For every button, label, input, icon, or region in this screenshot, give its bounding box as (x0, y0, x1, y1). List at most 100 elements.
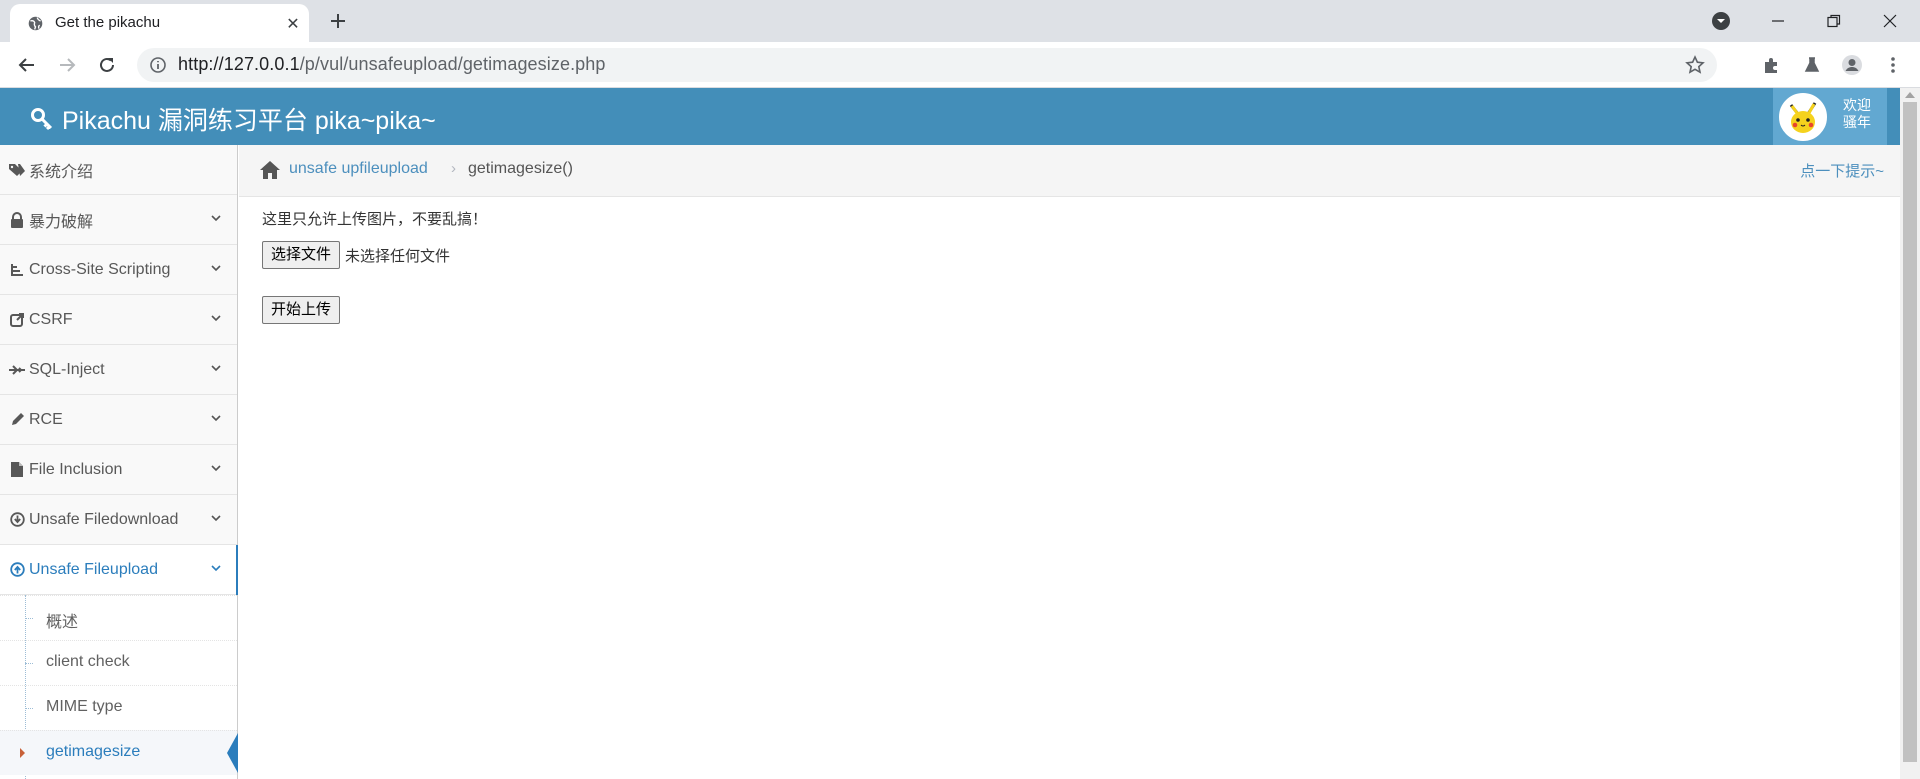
breadcrumb: unsafe upfileupload › getimagesize() 点一下… (239, 145, 1900, 197)
chevron-down-icon (211, 565, 221, 572)
sidebar-item-label: Cross-Site Scripting (29, 260, 171, 278)
breadcrumb-current: getimagesize() (468, 160, 573, 177)
chevron-down-icon (211, 215, 221, 222)
avatar (1779, 93, 1827, 141)
file-icon (9, 462, 25, 478)
browser-tab[interactable]: Get the pikachu ✕ (10, 4, 309, 42)
reload-icon[interactable] (91, 49, 123, 81)
sidebar-item-unsafe-fileupload[interactable]: Unsafe Fileupload (0, 545, 238, 595)
globe-icon (28, 16, 43, 31)
chevron-down-icon (211, 465, 221, 472)
browser-tabstrip: Get the pikachu ✕ (0, 0, 1920, 42)
sidebar-item-label: RCE (29, 410, 63, 428)
tree-dash (25, 663, 33, 664)
share-square-icon (9, 312, 25, 328)
sidebar-item-label: Unsafe Filedownload (29, 510, 179, 528)
sidebar-item-label: Unsafe Fileupload (29, 560, 158, 578)
tab-title: Get the pikachu (55, 14, 161, 31)
url-path: /p/vul/unsafeupload/getimagesize.php (299, 54, 606, 74)
tab-search-icon[interactable] (1711, 11, 1731, 31)
hint-link[interactable]: 点一下提示~ (1800, 160, 1884, 181)
file-input[interactable]: 选择文件 未选择任何文件 (262, 241, 450, 269)
browser-toolbar: http://127.0.0.1/p/vul/unsafeupload/geti… (0, 42, 1920, 88)
user-menu[interactable]: 欢迎 骚年 (1773, 88, 1887, 145)
url-host: http://127.0.0.1 (178, 54, 300, 74)
scroll-thumb[interactable] (1903, 102, 1917, 762)
bookmark-star-icon[interactable] (1685, 55, 1705, 75)
back-arrow-icon[interactable] (11, 49, 43, 81)
sidebar-item-intro[interactable]: 系统介绍 (0, 145, 237, 195)
flask-icon[interactable] (1800, 53, 1824, 77)
page-scrollbar[interactable] (1900, 88, 1920, 779)
sidebar-item-unsafe-filedownload[interactable]: Unsafe Filedownload (0, 495, 237, 545)
page: Pikachu 漏洞练习平台 pika~pika~ 欢迎 骚年 系统介绍 暴力破… (0, 88, 1920, 779)
active-indicator (236, 545, 238, 595)
submenu-item-label: client check (46, 653, 130, 670)
brand[interactable]: Pikachu 漏洞练习平台 pika~pika~ (30, 101, 436, 137)
current-pointer (227, 733, 238, 773)
forward-arrow-icon[interactable] (51, 49, 83, 81)
home-icon[interactable] (259, 160, 281, 180)
address-bar[interactable]: http://127.0.0.1/p/vul/unsafeupload/geti… (137, 48, 1717, 82)
sidebar-item-xss[interactable]: Cross-Site Scripting (0, 245, 237, 295)
sidebar-item-label: File Inclusion (29, 460, 123, 478)
breadcrumb-separator: › (451, 160, 456, 177)
submenu-item-client-check[interactable]: client check (0, 640, 237, 685)
chevron-down-icon (211, 415, 221, 422)
pencil-icon (9, 412, 25, 428)
upload-button[interactable]: 开始上传 (262, 296, 341, 324)
chevron-down-icon (211, 515, 221, 522)
sidebar-item-csrf[interactable]: CSRF (0, 295, 237, 345)
sidebar-item-sqli[interactable]: SQL-Inject (0, 345, 237, 395)
close-window-icon[interactable] (1862, 0, 1918, 42)
extensions-puzzle-icon[interactable] (1760, 53, 1784, 77)
upload-notice: 这里只允许上传图片，不要乱搞！ (262, 211, 488, 228)
scroll-up-arrow-icon[interactable] (1905, 92, 1915, 98)
pikachu-avatar-icon (1781, 95, 1825, 139)
sidebar-item-file-inclusion[interactable]: File Inclusion (0, 445, 237, 495)
download-circle-icon (9, 512, 25, 528)
brand-title: Pikachu 漏洞练习平台 pika~pika~ (62, 107, 436, 135)
caret-right-icon (20, 748, 25, 758)
choose-file-button[interactable]: 选择文件 (262, 241, 341, 269)
profile-icon[interactable] (1840, 53, 1864, 77)
tags-icon (9, 162, 25, 178)
submenu-item-label: getimagesize (46, 743, 141, 760)
key-icon (31, 108, 53, 131)
tab-close-icon[interactable]: ✕ (282, 12, 304, 34)
lock-icon (9, 211, 25, 228)
tree-dash (25, 618, 33, 619)
fighter-jet-icon (9, 362, 25, 378)
submenu-fileupload: 概述 client check MIME type getimagesize (0, 595, 238, 779)
user-greeting-line1: 欢迎 (1843, 98, 1871, 114)
upload-circle-icon (9, 562, 25, 578)
sitemap-icon (9, 262, 25, 278)
chevron-down-icon (211, 315, 221, 322)
submenu-item-label: MIME type (46, 698, 123, 715)
submenu-item-label: 概述 (46, 614, 79, 631)
more-menu-icon[interactable] (1881, 53, 1905, 77)
sidebar-item-label: 系统介绍 (29, 163, 94, 181)
chevron-down-icon (211, 365, 221, 372)
sidebar-item-bruteforce[interactable]: 暴力破解 (0, 195, 237, 245)
url-text[interactable]: http://127.0.0.1/p/vul/unsafeupload/geti… (178, 54, 606, 75)
sidebar-item-label: CSRF (29, 310, 73, 328)
minimize-icon[interactable] (1750, 0, 1806, 42)
submenu-item-overview[interactable]: 概述 (0, 595, 237, 640)
restore-icon[interactable] (1806, 0, 1862, 42)
user-greeting: 欢迎 骚年 (1843, 98, 1871, 132)
submenu-item-getimagesize[interactable]: getimagesize (0, 730, 238, 775)
submenu-item-mime-type[interactable]: MIME type (0, 685, 237, 730)
sidebar-item-label: SQL-Inject (29, 360, 105, 378)
file-status-text: 未选择任何文件 (345, 247, 451, 265)
user-greeting-line2: 骚年 (1843, 115, 1871, 131)
info-icon[interactable] (149, 56, 167, 74)
sidebar: 系统介绍 暴力破解 Cross-Site Scripting CSRF SQL-… (0, 145, 238, 779)
breadcrumb-parent-link[interactable]: unsafe upfileupload (289, 160, 428, 178)
chevron-down-icon (211, 265, 221, 272)
sidebar-item-label: 暴力破解 (29, 213, 94, 231)
sidebar-item-rce[interactable]: RCE (0, 395, 237, 445)
top-navbar: Pikachu 漏洞练习平台 pika~pika~ 欢迎 骚年 (0, 88, 1900, 145)
tree-dash (25, 708, 33, 709)
new-tab-icon[interactable] (325, 8, 351, 34)
